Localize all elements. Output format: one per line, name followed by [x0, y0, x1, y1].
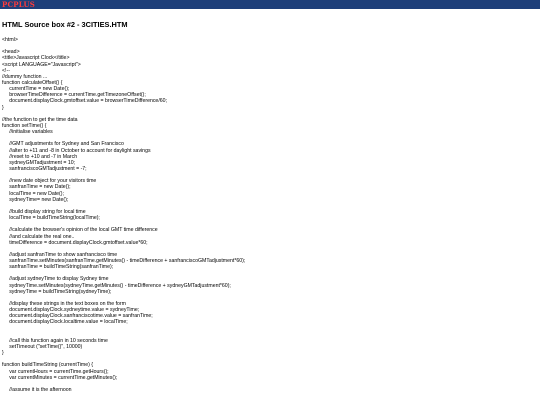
- top-banner: [0, 0, 540, 9]
- source-code-listing: <html> <head> <title>Javascript Clock</ti…: [2, 37, 245, 393]
- code-line: //assume it is the afternoon: [2, 387, 72, 394]
- code-line: sydneyTime.setMinutes(sydneyTime.getMinu…: [2, 282, 231, 289]
- pcplus-logo: PCPLUS: [2, 0, 35, 9]
- page-title: HTML Source box #2 - 3CITIES.HTM: [2, 20, 128, 29]
